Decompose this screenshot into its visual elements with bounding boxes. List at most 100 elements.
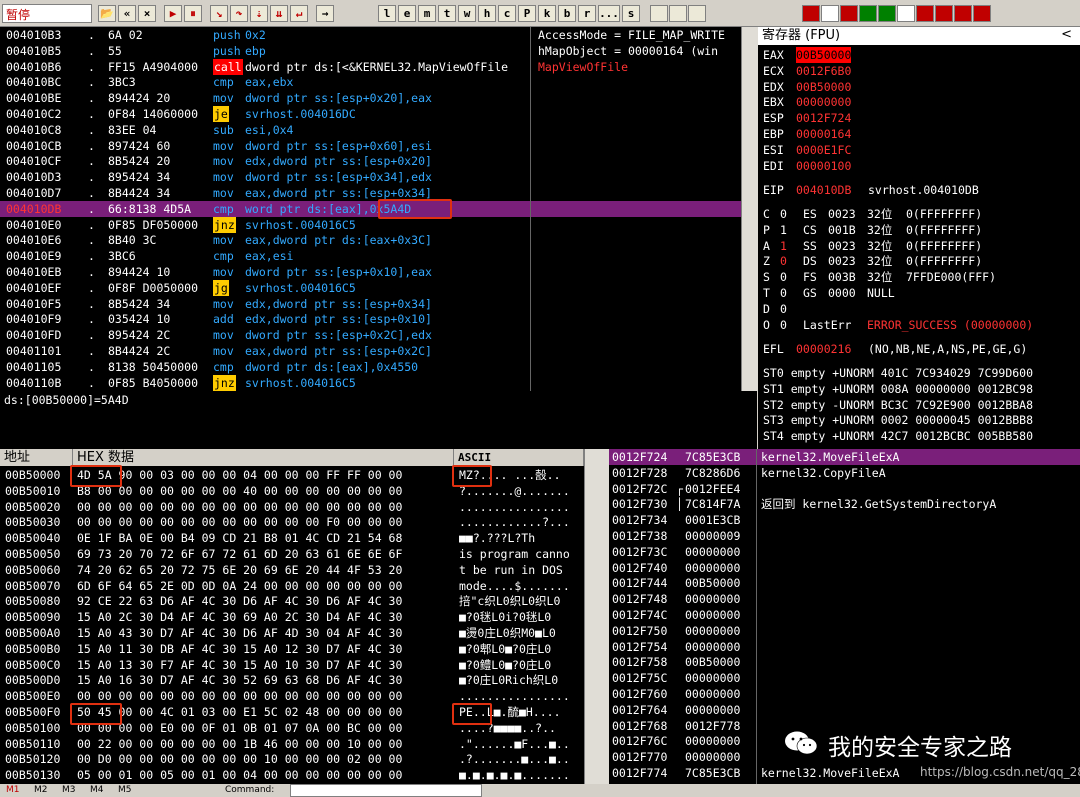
stack-value[interactable]: 7C814F7A <box>685 496 740 512</box>
register-value[interactable]: 00000164 <box>796 126 851 142</box>
dump-row[interactable]: 00B50030 00 00 00 00 00 00 00 00 00 00 00… <box>0 514 584 530</box>
dump-hex[interactable]: 00 D0 00 00 00 00 00 00 00 10 00 00 00 0… <box>77 751 452 767</box>
disasm-row[interactable]: 004010BC. 3BC3 cmp eax,ebx <box>0 74 741 90</box>
disasm-row[interactable]: 004010F5. 8B5424 34 mov edx,dword ptr ss:[e… <box>0 296 741 312</box>
dump-hex[interactable]: 69 73 20 70 72 6F 67 72 61 6D 20 63 61 6… <box>77 546 452 562</box>
dump-hex[interactable]: 00 00 00 00 00 00 00 00 00 00 00 00 00 0… <box>77 499 452 515</box>
stack-value[interactable]: 00000000 <box>685 702 740 718</box>
disasm-row[interactable]: 00401105. 8138 50450000 cmp dword ptr ds:[e… <box>0 359 741 375</box>
stack-row[interactable]: 0012F754 00000000 <box>609 639 1080 655</box>
target-icon[interactable] <box>859 5 877 22</box>
dump-hex[interactable]: 6D 6F 64 65 2E 0D 0D 0A 24 00 00 00 00 0… <box>77 578 452 594</box>
dump-ascii[interactable]: ■?0庄L0Rich织L0 <box>459 672 584 688</box>
dump-row[interactable]: 00B500E0 00 00 00 00 00 00 00 00 00 00 00… <box>0 688 584 704</box>
disassembly-pane[interactable]: 004010B3. 6A 02 push 0x2 004010B5. 55 push ebp 0… <box>0 27 741 391</box>
stack-value[interactable]: 7C85E3CB <box>685 449 740 465</box>
memory-m2-button[interactable]: M2 <box>34 785 48 795</box>
dump-ascii[interactable]: ................ <box>459 499 584 515</box>
toolbar-l-button[interactable]: l <box>378 5 396 22</box>
dump-ascii[interactable]: t be run in DOS <box>459 562 584 578</box>
disasm-row[interactable]: 004010EB. 894424 10 mov dword ptr ss:[esp+0… <box>0 264 741 280</box>
flag-bit[interactable]: 0 <box>780 269 787 285</box>
dump-scrollbar[interactable] <box>584 449 609 784</box>
toolbar-r-button[interactable]: r <box>578 5 596 22</box>
dump-ascii[interactable]: ................ <box>459 688 584 704</box>
stack-value[interactable]: 00B50000 <box>685 654 740 670</box>
dump-hex[interactable]: 15 A0 2C 30 D4 AF 4C 30 69 A0 2C 30 D4 A… <box>77 609 452 625</box>
stack-row[interactable]: 0012F744 00B50000 <box>609 575 1080 591</box>
toolbar-w-button[interactable]: w <box>458 5 476 22</box>
disasm-row[interactable]: 004010CB. 897424 60 mov dword ptr ss:[esp+0… <box>0 138 741 154</box>
register-value[interactable]: 0012F6B0 <box>796 63 851 79</box>
flag-bit[interactable]: 0 <box>780 317 787 333</box>
grid-icon[interactable] <box>878 5 896 22</box>
stack-row[interactable]: 0012F74C 00000000 <box>609 607 1080 623</box>
stack-row[interactable]: 0012F728 7C8286D6 kernel32.CopyFileA <box>609 465 1080 481</box>
toolbar-m-button[interactable]: m <box>418 5 436 22</box>
dump-row[interactable]: 00B500B0 15 A0 11 30 DB AF 4C 30 15 A0 12… <box>0 641 584 657</box>
stack-value[interactable]: 00000000 <box>685 733 740 749</box>
fpu-row[interactable]: ST0 empty +UNORM 401C 7C934029 7C99D600 <box>763 365 1033 381</box>
dump-ascii[interactable]: is program canno <box>459 546 584 562</box>
stack-value[interactable]: 00000000 <box>685 639 740 655</box>
close-icon[interactable]: × <box>138 5 156 22</box>
dump-ascii[interactable]: ■?0郫L0■?0庄L0 <box>459 641 584 657</box>
help-icon[interactable] <box>688 5 706 22</box>
toolbar-more-button[interactable]: ... <box>598 5 620 22</box>
stack-row[interactable]: 0012F760 00000000 <box>609 686 1080 702</box>
toolbar-c-button[interactable]: c <box>498 5 516 22</box>
disasm-row[interactable]: 004010E6. 8B40 3C mov eax,dword ptr ds:[eax… <box>0 232 741 248</box>
dump-row[interactable]: 00B500C0 15 A0 13 30 F7 AF 4C 30 15 A0 10… <box>0 657 584 673</box>
dump-hex[interactable]: B8 00 00 00 00 00 00 00 40 00 00 00 00 0… <box>77 483 452 499</box>
disasm-row[interactable]: 004010BE. 894424 20 mov dword ptr ss:[esp+0… <box>0 90 741 106</box>
command-input[interactable] <box>290 784 482 797</box>
stack-row[interactable]: 0012F740 00000000 <box>609 560 1080 576</box>
dump-hex[interactable]: 74 20 62 65 20 72 75 6E 20 69 6E 20 44 4… <box>77 562 452 578</box>
crack-icon[interactable] <box>954 5 972 22</box>
disasm-row[interactable]: 004010E0. 0F85 DF050000 jnz svrhost.004016C… <box>0 216 741 233</box>
register-value[interactable]: 004010DB <box>796 182 851 198</box>
toolbar-P-button[interactable]: P <box>518 5 536 22</box>
dump-row[interactable]: 00B50080 92 CE 22 63 D6 AF 4C 30 D6 AF 4C… <box>0 593 584 609</box>
flag-bit[interactable]: 0 <box>780 285 787 301</box>
dump-hex[interactable]: 15 A0 16 30 D7 AF 4C 30 52 69 63 68 D6 A… <box>77 672 452 688</box>
dump-ascii[interactable]: ."......■F...■.. <box>459 736 584 752</box>
register-value[interactable]: 00000000 <box>796 94 851 110</box>
fpu-row[interactable]: ST3 empty +UNORM 0002 00000045 0012BBB8 <box>763 412 1033 428</box>
dump-row[interactable]: 00B50040 0E 1F BA 0E 00 B4 09 CD 21 B8 01… <box>0 530 584 546</box>
stack-value[interactable]: 7C8286D6 <box>685 465 740 481</box>
trace-into-icon[interactable]: ⇣ <box>250 5 268 22</box>
registers-pane[interactable]: 寄存器 (FPU) < EAX 00B50000 ECX 0012F6B0 EDX 00B… <box>758 27 1080 449</box>
view-icon[interactable] <box>802 5 820 22</box>
dump-ascii[interactable]: ■?0鳢L0■?0庄L0 <box>459 657 584 673</box>
dump-hex[interactable]: 50 45 00 00 4C 01 03 00 E1 5C 02 48 00 0… <box>77 704 452 720</box>
disasm-row[interactable]: 004010E9. 3BC6 cmp eax,esi <box>0 248 741 264</box>
register-value[interactable]: 0000E1FC <box>796 142 851 158</box>
stack-row[interactable]: 0012F724 7C85E3CB kernel32.MoveFileExA <box>609 449 1080 465</box>
dump-hex[interactable]: 15 A0 43 30 D7 AF 4C 30 D6 AF 4D 30 04 A… <box>77 625 452 641</box>
fpu-row[interactable]: ST4 empty +UNORM 42C7 0012BCBC 005BB580 <box>763 428 1033 444</box>
dump-hex[interactable]: 15 A0 11 30 DB AF 4C 30 15 A0 12 30 D7 A… <box>77 641 452 657</box>
disasm-row[interactable]: 004010D3. 895424 34 mov dword ptr ss:[esp+0… <box>0 169 741 185</box>
book-icon[interactable] <box>897 5 915 22</box>
list-icon[interactable] <box>650 5 668 22</box>
dump-row[interactable]: 00B500D0 15 A0 16 30 D7 AF 4C 30 52 69 63… <box>0 672 584 688</box>
disasm-row[interactable]: 004010F9. 035424 10 add edx,dword ptr ss:[e… <box>0 311 741 327</box>
flag-bit[interactable]: 0 <box>780 301 787 317</box>
register-value[interactable]: 0012F724 <box>796 110 851 126</box>
stack-value[interactable]: 00000000 <box>685 607 740 623</box>
step-into-icon[interactable]: ↘ <box>210 5 228 22</box>
disasm-row[interactable]: 004010C8. 83EE 04 sub esi,0x4 <box>0 122 741 138</box>
memory-m4-button[interactable]: M4 <box>90 785 104 795</box>
toolbar-s-button[interactable]: s <box>622 5 640 22</box>
run-icon[interactable]: ▶ <box>164 5 182 22</box>
record-icon[interactable] <box>840 5 858 22</box>
dump-hex[interactable]: 4D 5A 90 00 03 00 00 00 04 00 00 00 FF F… <box>77 467 452 483</box>
window-icon[interactable] <box>916 5 934 22</box>
memory-m3-button[interactable]: M3 <box>62 785 76 795</box>
toolbar-t-button[interactable]: t <box>438 5 456 22</box>
dump-row[interactable]: 00B500A0 15 A0 43 30 D7 AF 4C 30 D6 AF 4D… <box>0 625 584 641</box>
memory-dump-pane[interactable]: 地址 HEX 数据 ASCII 00B50000 4D 5A 90 00 03 0… <box>0 449 597 784</box>
flag-bit[interactable]: 0 <box>780 206 787 222</box>
stack-value[interactable]: 00000000 <box>685 544 740 560</box>
